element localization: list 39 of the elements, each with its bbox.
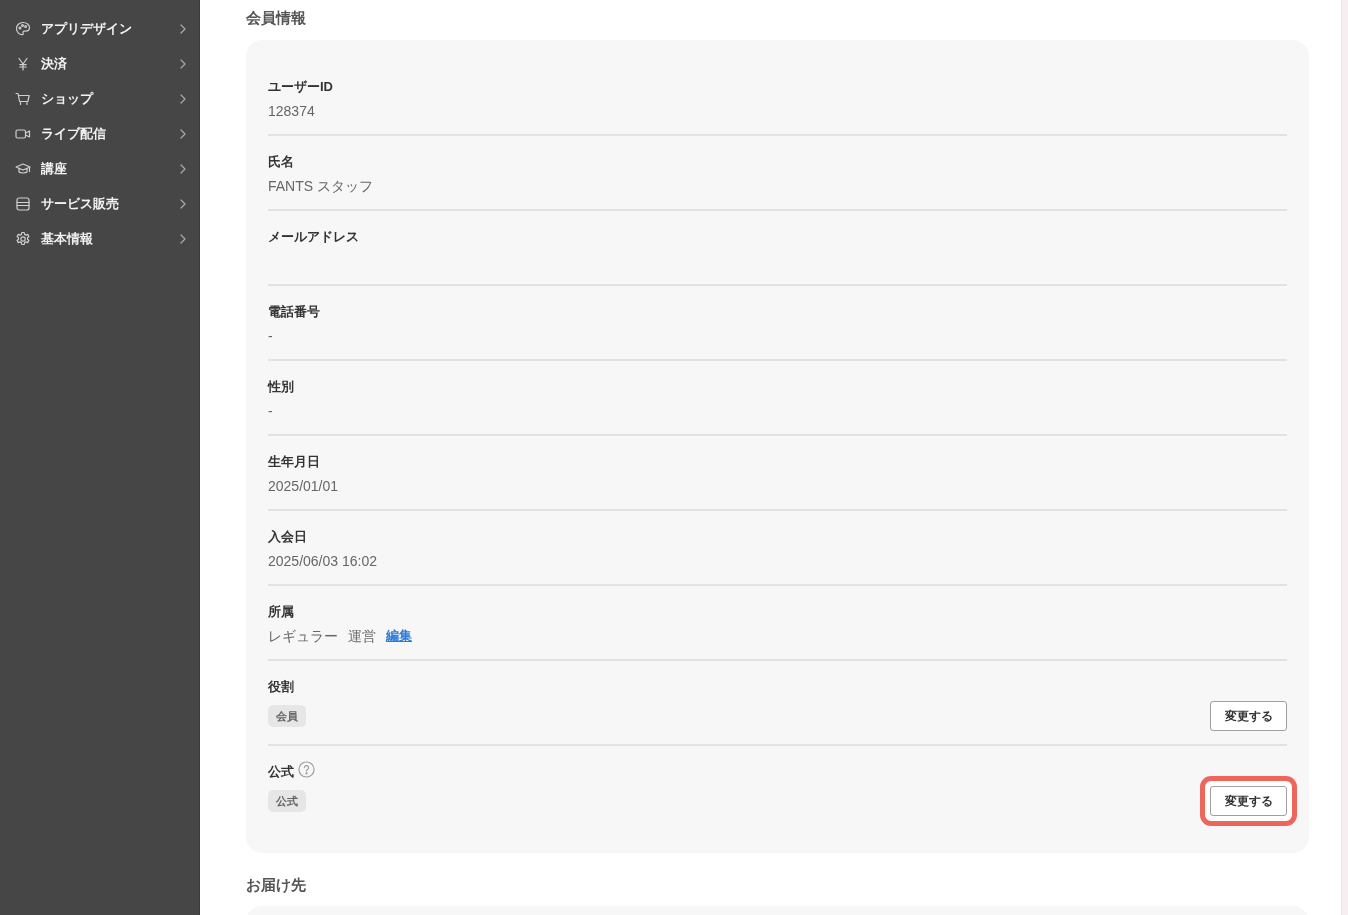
affiliation-value: 運営 [348, 627, 376, 646]
field-value: - [268, 327, 273, 346]
field-label: 氏名 [268, 153, 294, 171]
cart-icon [15, 90, 31, 107]
settings-icon [15, 230, 31, 247]
field-label: 電話番号 [268, 303, 320, 321]
role-tag: 公式 [268, 790, 306, 812]
graduation-cap-icon [15, 160, 31, 177]
sidebar-item[interactable]: 講座 [0, 151, 199, 186]
field-label: メールアドレス [268, 228, 359, 246]
field-label: 入会日 [268, 528, 307, 546]
sidebar-item[interactable]: サービス販売 [0, 186, 199, 221]
field-label: 公式 [268, 763, 294, 781]
change-button[interactable]: 変更する [1210, 786, 1287, 816]
field-label: 所属 [268, 603, 294, 621]
role-tag: 会員 [268, 705, 306, 727]
yen-icon [15, 55, 31, 72]
field-value: FANTS スタッフ [268, 177, 373, 196]
field-label: ユーザーID [268, 78, 333, 96]
field-label: 生年月日 [268, 453, 320, 471]
section-title: お届け先 [246, 875, 306, 895]
field-value: 2025/06/03 16:02 [268, 552, 377, 571]
field-label: 役割 [268, 678, 294, 696]
change-button[interactable]: 変更する [1210, 701, 1287, 731]
field-label: 性別 [268, 378, 294, 396]
help-icon[interactable] [298, 760, 315, 778]
sidebar-item[interactable]: アプリデザイン [0, 11, 199, 46]
affiliation-value: レギュラー [268, 627, 338, 646]
storage-box-icon [15, 195, 31, 212]
sidebar-item[interactable]: 基本情報 [0, 221, 199, 256]
edit-link[interactable]: 編集 [386, 626, 412, 646]
field-value: 128374 [268, 102, 315, 121]
sidebar-item[interactable]: ショップ [0, 81, 199, 116]
palette-icon [15, 20, 31, 37]
field-value: 2025/01/01 [268, 477, 339, 496]
sidebar-item[interactable]: 決済 [0, 46, 199, 81]
section-title: 会員情報 [246, 8, 306, 28]
sidebar-item[interactable]: ライブ配信 [0, 116, 199, 151]
field-value: - [268, 402, 273, 421]
